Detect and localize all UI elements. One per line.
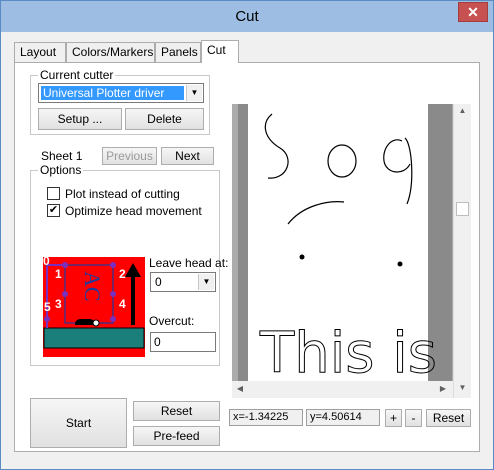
chevron-down-icon[interactable]: ▼	[186, 85, 202, 101]
cutter-select-value: Universal Plotter driver	[41, 86, 184, 100]
diagram-number-1: 1	[55, 267, 62, 281]
leave-head-label: Leave head at:	[149, 256, 229, 270]
diagram-number-5: 5	[44, 300, 51, 314]
dialog-client: Layout Colors/Markers Panels Cut Current…	[8, 32, 486, 463]
window-title: Cut	[235, 8, 259, 25]
diagram-number-4: 4	[119, 297, 126, 311]
x-coordinate-readout: x=-1.34225	[229, 409, 303, 426]
next-button[interactable]: Next	[161, 147, 214, 165]
overcut-label: Overcut:	[149, 314, 195, 328]
diagram-text: AC	[80, 271, 105, 302]
tab-panels[interactable]: Panels	[155, 42, 201, 62]
cut-dialog: Cut ✕ Layout Colors/Markers Panels Cut C…	[0, 0, 494, 470]
current-cutter-group: Current cutter Universal Plotter driver …	[30, 68, 210, 135]
preview-horizontal-scrollbar[interactable]: ◀ ▶	[232, 381, 453, 398]
scroll-right-icon[interactable]: ▶	[437, 384, 449, 393]
close-button[interactable]: ✕	[458, 2, 488, 22]
diagram-number-3: 3	[55, 297, 62, 311]
leave-head-select[interactable]: 0 ▼	[150, 272, 216, 292]
delete-button[interactable]: Delete	[125, 108, 204, 130]
close-icon: ✕	[467, 4, 479, 20]
leave-head-value: 0	[155, 275, 162, 289]
tab-cut[interactable]: Cut	[201, 40, 239, 63]
options-label: Options	[38, 163, 84, 177]
plot-instead-label: Plot instead of cutting	[65, 187, 180, 201]
diagram-number-2: 2	[119, 267, 126, 281]
preview-text: This is a So	[259, 321, 471, 381]
cut-tab-panel: Current cutter Universal Plotter driver …	[14, 62, 480, 452]
setup-button[interactable]: Setup ...	[38, 108, 122, 130]
cut-preview[interactable]: This is a So	[232, 104, 471, 398]
preview-vertical-scrollbar[interactable]: ▲ ▼	[453, 104, 471, 398]
current-cutter-label: Current cutter	[38, 68, 116, 82]
checkmark-icon: ✔	[48, 204, 59, 216]
optimize-head-checkbox[interactable]: ✔	[47, 204, 60, 217]
diagram-number-0: 0	[43, 254, 50, 268]
cutter-select[interactable]: Universal Plotter driver ▼	[38, 83, 204, 103]
start-button[interactable]: Start	[30, 398, 127, 448]
y-coordinate-readout: y=4.50614	[306, 409, 380, 426]
tab-colors-markers[interactable]: Colors/Markers	[66, 42, 155, 62]
scroll-left-icon[interactable]: ◀	[234, 384, 246, 393]
prefeed-button[interactable]: Pre-feed	[133, 426, 220, 446]
head-position-diagram[interactable]: 0 1 2 3 4 5 AC	[43, 254, 145, 357]
title-bar[interactable]: Cut ✕	[1, 1, 493, 32]
vertical-scroll-thumb[interactable]	[456, 202, 469, 216]
zoom-in-button[interactable]: +	[385, 409, 402, 427]
zoom-out-button[interactable]: -	[405, 409, 422, 427]
tab-layout[interactable]: Layout	[14, 42, 66, 62]
reset-button[interactable]: Reset	[133, 401, 220, 421]
plot-instead-checkbox[interactable]	[47, 187, 60, 200]
preview-canvas: This is a So	[238, 104, 471, 381]
overcut-input[interactable]: 0	[150, 332, 216, 352]
scroll-up-icon[interactable]: ▲	[454, 106, 471, 115]
scroll-down-icon[interactable]: ▼	[454, 383, 471, 392]
chevron-down-icon[interactable]: ▼	[198, 274, 214, 290]
optimize-head-label: Optimize head movement	[65, 204, 202, 218]
sheet-label: Sheet 1	[41, 149, 83, 163]
previous-button[interactable]: Previous	[102, 147, 157, 165]
zoom-reset-button[interactable]: Reset	[426, 409, 471, 427]
